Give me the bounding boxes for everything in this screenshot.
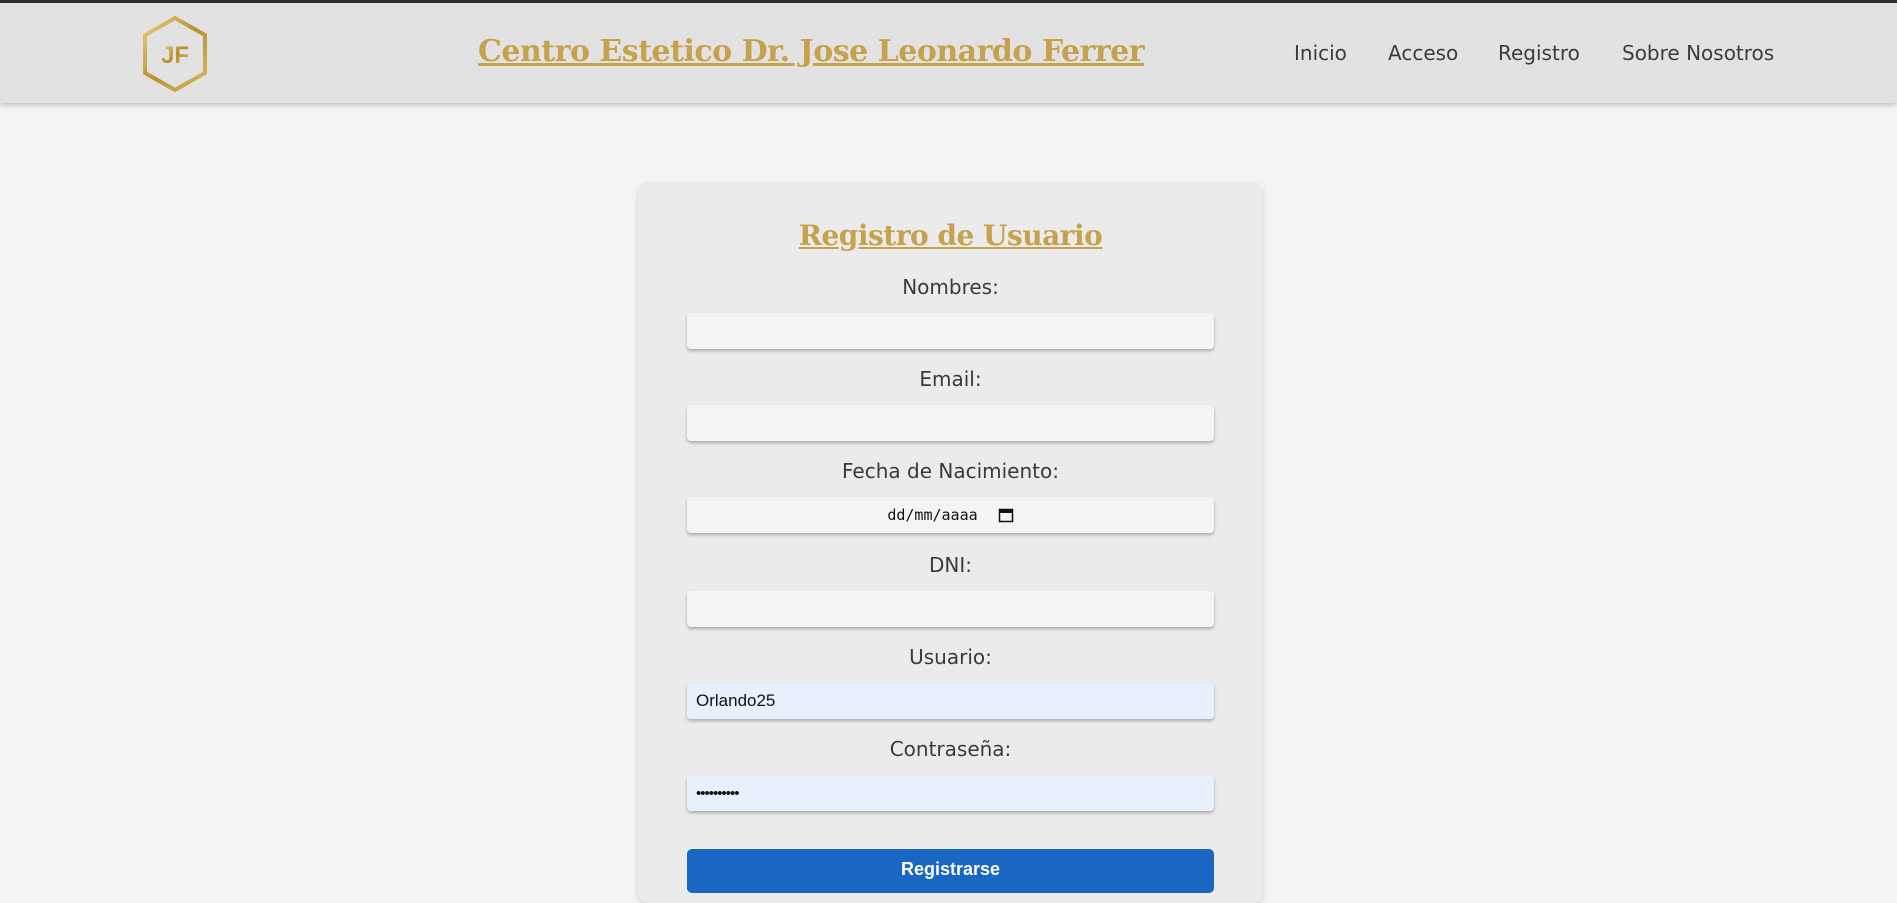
fecha-nacimiento-label: Fecha de Nacimiento:: [842, 459, 1059, 483]
nombres-label: Nombres:: [902, 275, 999, 299]
site-header: JF Centro Estetico Dr. Jose Leonardo Fer…: [0, 3, 1897, 103]
form-title: Registro de Usuario: [798, 219, 1103, 252]
fecha-nacimiento-input[interactable]: dd/mm/aaaa: [687, 497, 1214, 533]
nav-registro[interactable]: Registro: [1498, 41, 1580, 65]
usuario-value: Orlando25: [696, 691, 776, 710]
nombres-input[interactable]: [687, 313, 1214, 349]
registrarse-button[interactable]: Registrarse: [687, 849, 1214, 893]
calendar-icon[interactable]: [998, 507, 1014, 523]
email-label: Email:: [919, 367, 982, 391]
password-mask: ••••••••••: [696, 784, 740, 802]
nav-acceso[interactable]: Acceso: [1388, 41, 1458, 65]
dni-input[interactable]: [687, 591, 1214, 627]
dni-label: DNI:: [929, 553, 972, 577]
email-input[interactable]: [687, 405, 1214, 441]
nav-inicio[interactable]: Inicio: [1294, 41, 1347, 65]
contrasena-input[interactable]: ••••••••••: [687, 775, 1214, 811]
usuario-label: Usuario:: [909, 645, 992, 669]
main-nav: Inicio Acceso Registro Sobre Nosotros: [0, 41, 1897, 71]
usuario-input[interactable]: Orlando25: [687, 683, 1214, 719]
contrasena-label: Contraseña:: [889, 737, 1012, 761]
nav-sobre-nosotros[interactable]: Sobre Nosotros: [1622, 41, 1774, 65]
registration-form: Registro de Usuario Nombres: Email: Fech…: [638, 183, 1263, 903]
date-placeholder: dd/mm/aaaa: [887, 506, 978, 524]
